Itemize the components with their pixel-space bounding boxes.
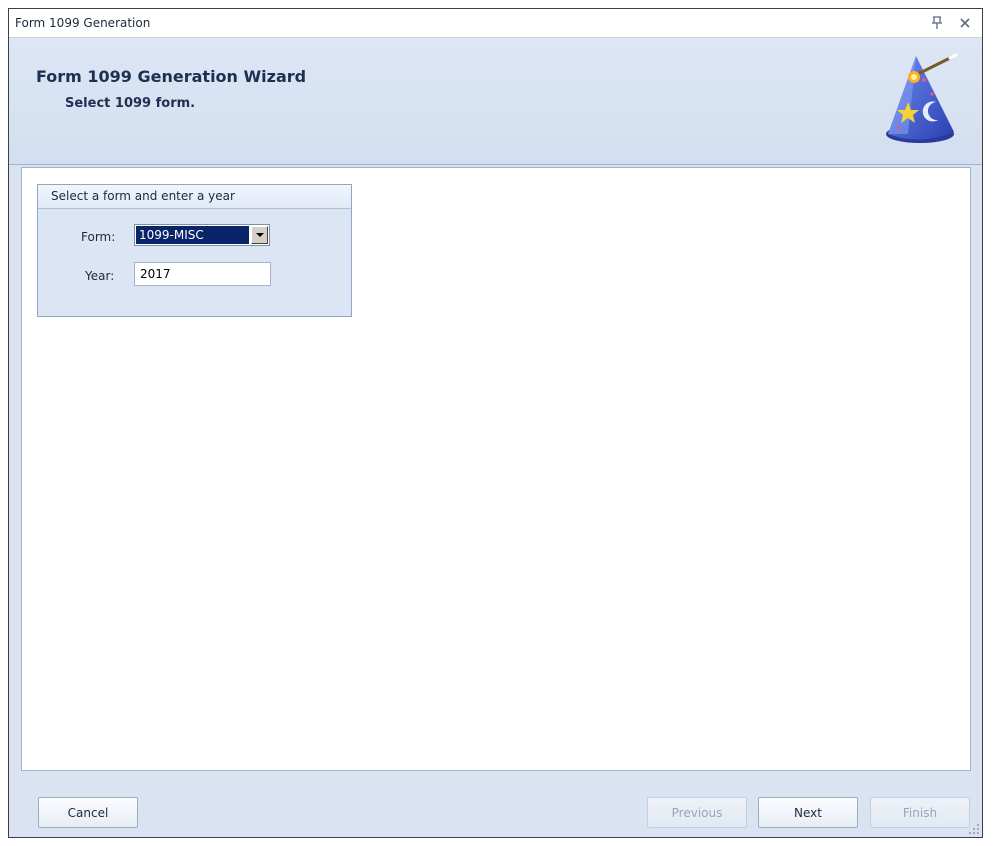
form-select[interactable]: 1099-MISC xyxy=(134,224,270,246)
wizard-hat-icon xyxy=(886,53,958,143)
resize-grip-icon[interactable] xyxy=(968,823,980,835)
year-label: Year: xyxy=(85,269,115,283)
group-title: Select a form and enter a year xyxy=(38,185,351,209)
chevron-down-icon[interactable] xyxy=(251,226,268,244)
form-select-value: 1099-MISC xyxy=(136,226,249,244)
window-title: Form 1099 Generation xyxy=(15,16,151,30)
form-selection-group: Select a form and enter a year Form: 109… xyxy=(37,184,352,317)
pin-icon[interactable] xyxy=(928,14,946,32)
wizard-step-subtitle: Select 1099 form. xyxy=(65,96,196,111)
close-icon[interactable] xyxy=(956,14,974,32)
finish-button[interactable]: Finish xyxy=(870,797,970,828)
year-input[interactable] xyxy=(134,262,271,286)
cancel-button[interactable]: Cancel xyxy=(38,797,138,828)
wizard-header: Form 1099 Generation Wizard Select 1099 … xyxy=(9,38,982,165)
wizard-content: Select a form and enter a year Form: 109… xyxy=(21,167,971,771)
wizard-window: Form 1099 Generation Form 1099 Generatio… xyxy=(8,8,983,838)
wizard-title: Form 1099 Generation Wizard xyxy=(36,67,307,86)
form-label: Form: xyxy=(81,230,116,244)
next-button[interactable]: Next xyxy=(758,797,858,828)
previous-button[interactable]: Previous xyxy=(647,797,747,828)
title-bar[interactable]: Form 1099 Generation xyxy=(9,9,982,38)
